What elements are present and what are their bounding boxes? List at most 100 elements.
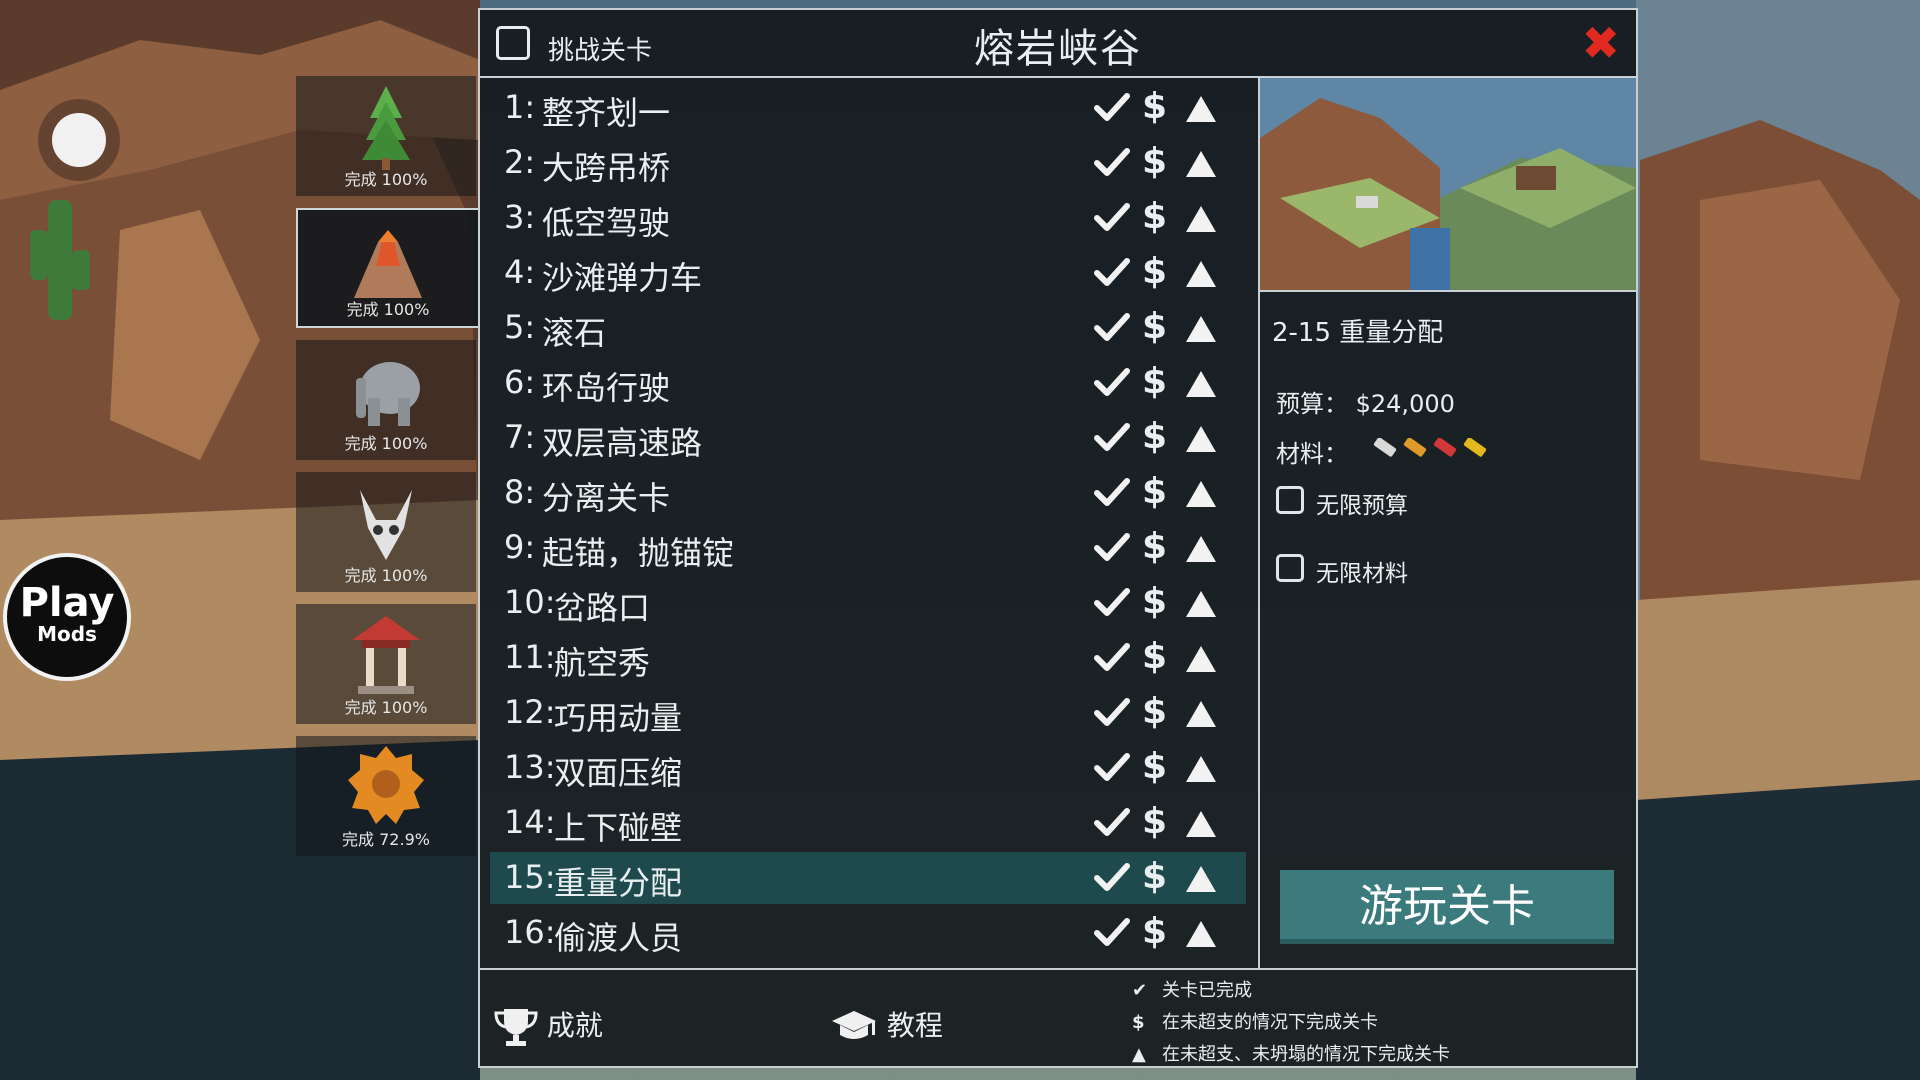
level-preview-image xyxy=(1260,78,1636,292)
level-row-12[interactable]: 12: 巧用动量 $ xyxy=(490,687,1246,739)
level-row-13[interactable]: 13: 双面压缩 $ xyxy=(490,742,1246,794)
world-progress: 完成 100% xyxy=(346,300,430,319)
selected-level-title: 2-15 重量分配 xyxy=(1272,318,1444,348)
legend-text: 关卡已完成 xyxy=(1162,980,1252,1001)
level-row-16[interactable]: 16: 偷渡人员 $ xyxy=(490,907,1246,959)
world-tab-1[interactable]: 完成 100% xyxy=(296,76,476,196)
level-row-5[interactable]: 5: 滚石 $ xyxy=(490,302,1246,354)
level-row-15[interactable]: 15: 重量分配 $ xyxy=(490,852,1246,904)
check-icon xyxy=(1094,148,1130,176)
panel-header: 挑战关卡 熔岩峡谷 ✖ xyxy=(480,10,1636,76)
level-row-7[interactable]: 7: 双层高速路 $ xyxy=(490,412,1246,464)
level-number: 9: xyxy=(504,528,536,566)
world-tab-6[interactable]: 完成 72.9% xyxy=(296,736,476,856)
check-icon xyxy=(1094,808,1130,836)
play-level-button[interactable]: 游玩关卡 xyxy=(1280,870,1614,944)
dollar-icon: $ xyxy=(1142,581,1168,622)
level-name: 重量分配 xyxy=(554,864,683,902)
triangle-icon xyxy=(1186,261,1216,287)
legend-row: ▲ 在未超支、未坍塌的情况下完成关卡 xyxy=(1132,1040,1450,1066)
tutorial-button[interactable]: 教程 xyxy=(830,1004,943,1047)
legend-symbol: ✔ xyxy=(1132,980,1148,1001)
level-number: 3: xyxy=(504,198,536,236)
level-row-8[interactable]: 8: 分离关卡 $ xyxy=(490,467,1246,519)
level-row-10[interactable]: 10: 岔路口 $ xyxy=(490,577,1246,629)
level-number: 11: xyxy=(504,638,556,676)
triangle-icon xyxy=(1186,151,1216,177)
materials-label: 材料： xyxy=(1276,440,1348,468)
dollar-icon: $ xyxy=(1142,416,1168,457)
level-name: 双层高速路 xyxy=(542,424,703,462)
check-icon xyxy=(1094,588,1130,616)
triangle-icon xyxy=(1186,426,1216,452)
tutorial-label: 教程 xyxy=(886,1009,943,1042)
level-number: 2: xyxy=(504,143,536,181)
unlimited-materials-checkbox[interactable] xyxy=(1276,554,1304,582)
level-row-6[interactable]: 6: 环岛行驶 $ xyxy=(490,357,1246,409)
dollar-icon: $ xyxy=(1142,636,1168,677)
level-row-4[interactable]: 4: 沙滩弹力车 $ xyxy=(490,247,1246,299)
level-name: 滚石 xyxy=(542,314,607,352)
world-tab-4[interactable]: 完成 100% xyxy=(296,472,476,592)
world-tab-3[interactable]: 完成 100% xyxy=(296,340,476,460)
triangle-icon xyxy=(1186,866,1216,892)
level-row-3[interactable]: 3: 低空驾驶 $ xyxy=(490,192,1246,244)
level-number: 5: xyxy=(504,308,536,346)
unlimited-budget-checkbox[interactable] xyxy=(1276,486,1304,514)
level-row-11[interactable]: 11: 航空秀 $ xyxy=(490,632,1246,684)
level-row-14[interactable]: 14: 上下碰壁 $ xyxy=(490,797,1246,849)
legend-symbol: $ xyxy=(1132,1012,1145,1033)
achievements-button[interactable]: 成就 xyxy=(494,1004,603,1047)
level-row-1[interactable]: 1: 整齐划一 $ xyxy=(490,82,1246,134)
triangle-icon xyxy=(1186,536,1216,562)
triangle-icon xyxy=(1186,701,1216,727)
legend-text: 在未超支、未坍塌的情况下完成关卡 xyxy=(1162,1044,1450,1065)
road-icon xyxy=(1373,438,1397,457)
legend-row: ✔ 关卡已完成 xyxy=(1132,976,1252,1002)
preview-thumbnail xyxy=(1260,78,1636,290)
pause-button[interactable] xyxy=(52,113,106,167)
steel-icon xyxy=(1433,438,1457,457)
world-tab-2[interactable]: 完成 100% xyxy=(296,208,480,328)
dollar-icon: $ xyxy=(1142,526,1168,567)
triangle-icon xyxy=(1186,921,1216,947)
dollar-icon: $ xyxy=(1142,141,1168,182)
check-icon xyxy=(1094,313,1130,341)
check-icon xyxy=(1094,533,1130,561)
level-name: 双面压缩 xyxy=(554,754,683,792)
dollar-icon: $ xyxy=(1142,856,1168,897)
trophy-icon xyxy=(494,1009,538,1046)
check-icon xyxy=(1094,478,1130,506)
level-name: 上下碰壁 xyxy=(554,809,683,847)
rope-icon xyxy=(1463,438,1487,457)
logo-mods-text: Mods xyxy=(37,622,97,646)
dollar-icon: $ xyxy=(1142,471,1168,512)
dollar-icon: $ xyxy=(1142,196,1168,237)
triangle-icon xyxy=(1186,811,1216,837)
play-mods-logo: Play Mods xyxy=(3,553,131,681)
level-row-9[interactable]: 9: 起锚，抛锚锭 $ xyxy=(490,522,1246,574)
level-number: 15: xyxy=(504,858,556,896)
dollar-icon: $ xyxy=(1142,361,1168,402)
level-name: 航空秀 xyxy=(554,644,651,682)
triangle-icon xyxy=(1186,646,1216,672)
world-progress: 完成 100% xyxy=(344,170,428,189)
level-number: 13: xyxy=(504,748,556,786)
level-name: 偷渡人员 xyxy=(554,919,683,957)
triangle-icon xyxy=(1186,96,1216,122)
check-icon xyxy=(1094,423,1130,451)
triangle-icon xyxy=(1186,591,1216,617)
dollar-icon: $ xyxy=(1142,801,1168,842)
level-name: 岔路口 xyxy=(554,589,651,627)
temple-icon xyxy=(352,616,420,694)
level-number: 7: xyxy=(504,418,536,456)
tree-icon xyxy=(362,86,410,170)
volcano-icon xyxy=(354,230,422,298)
world-tab-5[interactable]: 完成 100% xyxy=(296,604,476,724)
level-number: 16: xyxy=(504,913,556,951)
dollar-icon: $ xyxy=(1142,251,1168,292)
level-row-2[interactable]: 2: 大跨吊桥 $ xyxy=(490,137,1246,189)
level-name: 沙滩弹力车 xyxy=(542,259,703,297)
close-icon[interactable]: ✖ xyxy=(1581,18,1620,68)
check-icon xyxy=(1094,918,1130,946)
